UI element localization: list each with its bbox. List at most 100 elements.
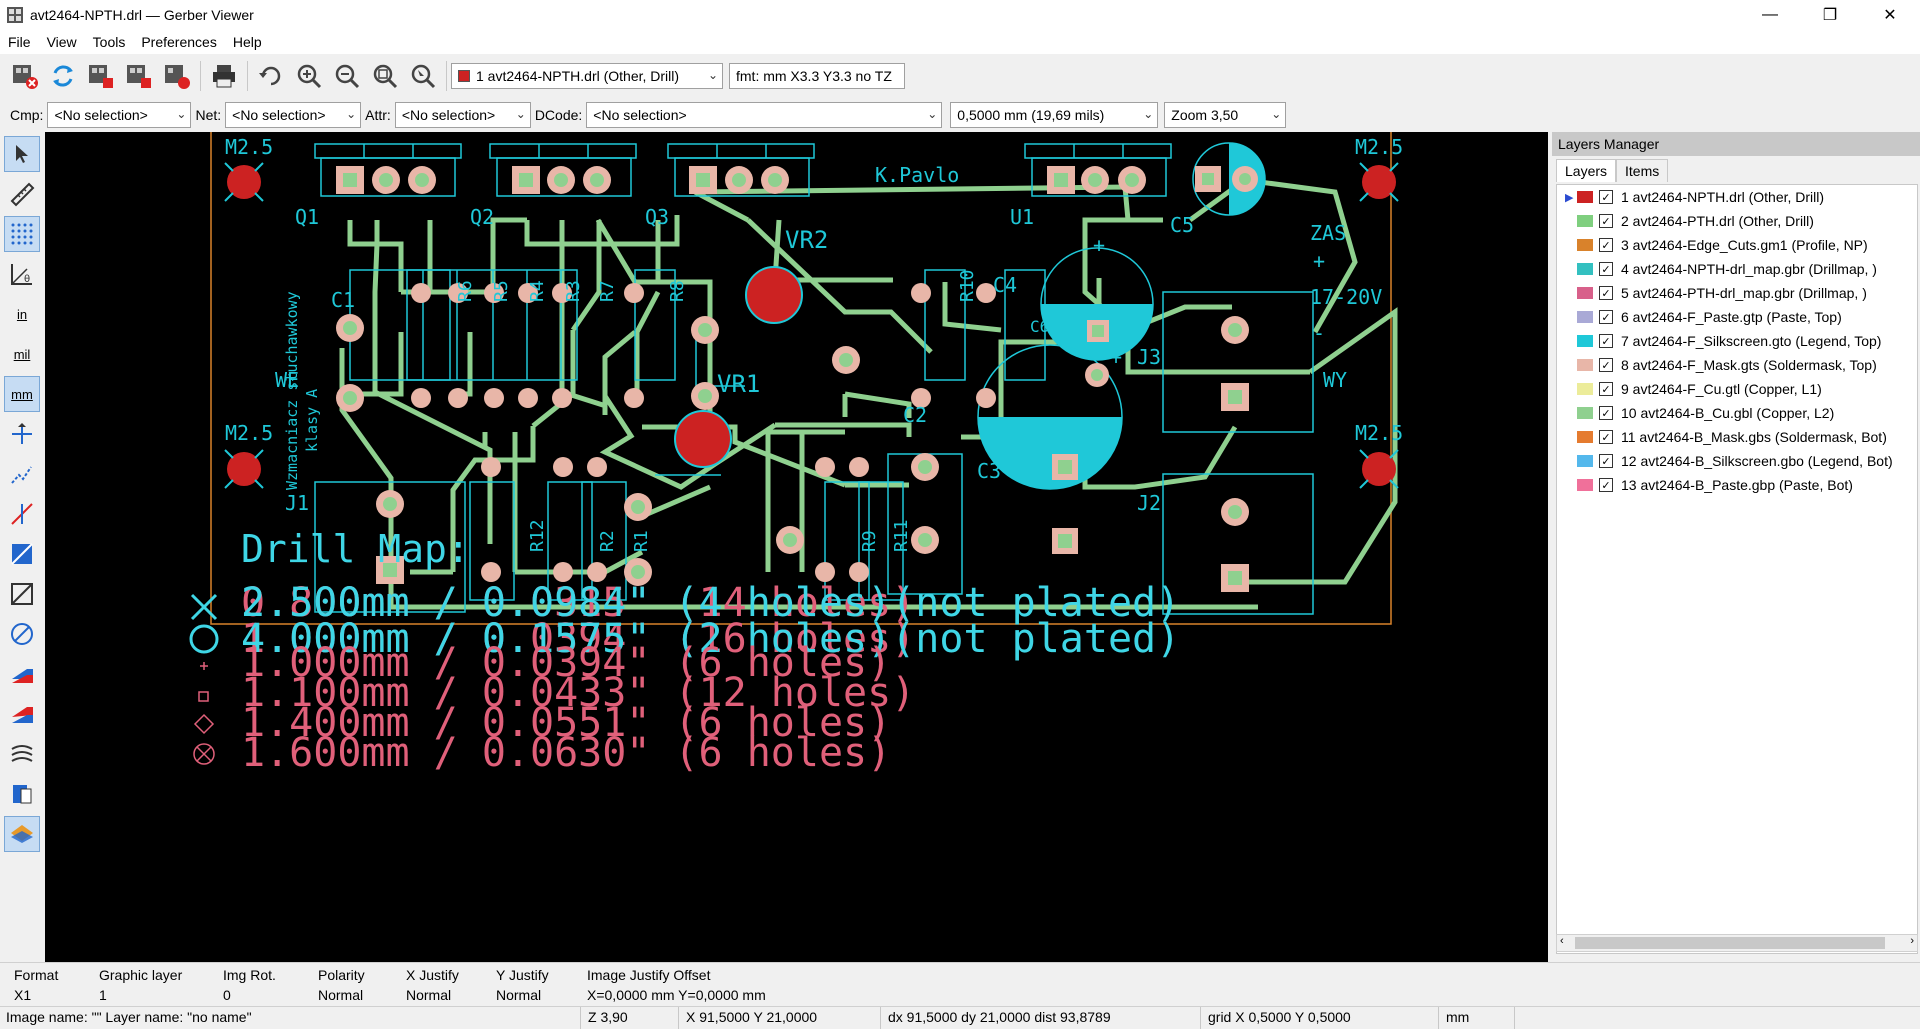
redraw-button[interactable] (252, 57, 290, 95)
drill-map-title: Drill Map: (241, 527, 470, 571)
layer-row[interactable]: ✓ 8 avt2464-F_Mask.gts (Soldermask, Top) (1557, 353, 1917, 377)
zoom-selection-button[interactable] (404, 57, 442, 95)
drill-square-symbol (198, 691, 209, 702)
measure-tool-button[interactable] (4, 176, 40, 212)
layers-stack-button[interactable] (4, 816, 40, 852)
high-contrast-button[interactable] (4, 696, 40, 732)
layer-visibility-checkbox[interactable]: ✓ (1599, 454, 1613, 468)
menu-help[interactable]: Help (225, 34, 270, 50)
load-drill-button[interactable] (120, 57, 158, 95)
menu-file[interactable]: File (0, 34, 39, 50)
layer-row[interactable]: ✓ 3 avt2464-Edge_Cuts.gm1 (Profile, NP) (1557, 233, 1917, 257)
inch-units-button[interactable]: in (4, 296, 40, 332)
layer-color-swatch[interactable] (1577, 239, 1593, 251)
zoom-in-button[interactable] (290, 57, 328, 95)
layer-visibility-checkbox[interactable]: ✓ (1599, 262, 1613, 276)
show-layers-manager-button[interactable] (4, 776, 40, 812)
layer-color-swatch[interactable] (1577, 335, 1593, 347)
layer-color-swatch[interactable] (1577, 479, 1593, 491)
layer-color-swatch[interactable] (1577, 407, 1593, 419)
layer-color-swatch[interactable] (1577, 311, 1593, 323)
grid-select[interactable]: 0,5000 mm (19,69 mils) ⌄ (950, 102, 1159, 128)
layer-row[interactable]: ✓ 2 avt2464-PTH.drl (Other, Drill) (1557, 209, 1917, 233)
graphic-layer-header: Graphic layer (99, 967, 183, 983)
layer-visibility-checkbox[interactable]: ✓ (1599, 358, 1613, 372)
dcode-select[interactable]: <No selection> ⌄ (586, 102, 943, 128)
layer-color-swatch[interactable] (1577, 263, 1593, 275)
layer-row[interactable]: ✓ 12 avt2464-B_Silkscreen.gbo (Legend, Bo… (1557, 449, 1917, 473)
m25-label: M2.5 (1355, 421, 1403, 445)
grid-toggle-button[interactable] (4, 216, 40, 252)
tab-items[interactable]: Items (1616, 159, 1669, 182)
menu-tools[interactable]: Tools (85, 34, 134, 50)
layer-visibility-checkbox[interactable]: ✓ (1599, 406, 1613, 420)
scroll-right-icon[interactable]: › (1910, 935, 1914, 947)
layer-color-swatch[interactable] (1577, 215, 1593, 227)
status-divider (1514, 1007, 1515, 1029)
load-gerber-button[interactable] (82, 57, 120, 95)
layer-color-swatch[interactable] (1577, 359, 1593, 371)
mm-units-button[interactable]: mm (4, 376, 40, 412)
layer-color-swatch[interactable] (1577, 431, 1593, 443)
zoom-out-button[interactable] (328, 57, 366, 95)
show-lines-sketch-button[interactable] (4, 496, 40, 532)
layer-row[interactable]: ✓ 9 avt2464-F_Cu.gtl (Copper, L1) (1557, 377, 1917, 401)
close-button[interactable]: ✕ (1860, 0, 1920, 30)
layer-row[interactable]: ✓ 7 avt2464-F_Silkscreen.gto (Legend, Top… (1557, 329, 1917, 353)
layer-visibility-checkbox[interactable]: ✓ (1599, 310, 1613, 324)
layer-list-hscrollbar[interactable]: ‹ › (1556, 934, 1918, 952)
layer-visibility-checkbox[interactable]: ✓ (1599, 382, 1613, 396)
layer-color-swatch[interactable] (1577, 383, 1593, 395)
layer-visibility-checkbox[interactable]: ✓ (1599, 478, 1613, 492)
show-negative-objects-button[interactable] (4, 576, 40, 612)
polar-coords-button[interactable]: θ (4, 256, 40, 292)
layer-visibility-checkbox[interactable]: ✓ (1599, 334, 1613, 348)
clear-all-layers-button[interactable] (6, 57, 44, 95)
attr-select[interactable]: <No selection> ⌄ (394, 102, 531, 128)
maximize-button[interactable]: ❐ (1800, 0, 1860, 30)
zoom-fit-button[interactable] (366, 57, 404, 95)
layer-row[interactable]: ▶ ✓ 1 avt2464-NPTH.drl (Other, Drill) (1557, 185, 1917, 209)
show-flashed-sketch-button[interactable] (4, 456, 40, 492)
minimize-button[interactable]: — (1740, 0, 1800, 30)
select-tool-button[interactable] (4, 136, 40, 172)
layer-row[interactable]: ✓ 13 avt2464-B_Paste.gbp (Paste, Bot) (1557, 473, 1917, 497)
cmp-select[interactable]: <No selection> ⌄ (47, 102, 192, 128)
tab-layers[interactable]: Layers (1556, 159, 1617, 182)
diff-mode-button[interactable] (4, 656, 40, 692)
layer-visibility-checkbox[interactable]: ✓ (1599, 430, 1613, 444)
active-layer-select[interactable]: 1 avt2464-NPTH.drl (Other, Drill) ⌄ (451, 63, 723, 89)
show-polygons-sketch-button[interactable] (4, 536, 40, 572)
zoom-select[interactable]: Zoom 3,50 ⌄ (1164, 102, 1287, 128)
layer-visibility-checkbox[interactable]: ✓ (1599, 214, 1613, 228)
layer-row[interactable]: ✓ 11 avt2464-B_Mask.gbs (Soldermask, Bot) (1557, 425, 1917, 449)
layer-row[interactable]: ✓ 6 avt2464-F_Paste.gtp (Paste, Top) (1557, 305, 1917, 329)
layer-visibility-checkbox[interactable]: ✓ (1599, 238, 1613, 252)
mil-units-button[interactable]: mil (4, 336, 40, 372)
layer-row[interactable]: ✓ 5 avt2464-PTH-drl_map.gbr (Drillmap, ) (1557, 281, 1917, 305)
toolbar-separator (200, 61, 201, 91)
layer-color-swatch[interactable] (1577, 287, 1593, 299)
layer-visibility-checkbox[interactable]: ✓ (1599, 190, 1613, 204)
print-button[interactable] (205, 57, 243, 95)
layer-row[interactable]: ✓ 10 avt2464-B_Cu.gbl (Copper, L2) (1557, 401, 1917, 425)
menu-preferences[interactable]: Preferences (133, 34, 224, 50)
layer-visibility-checkbox[interactable]: ✓ (1599, 286, 1613, 300)
redraw-icon (259, 66, 281, 86)
scrollbar-thumb[interactable] (1575, 937, 1885, 949)
flip-view-button[interactable] (4, 736, 40, 772)
net-select[interactable]: <No selection> ⌄ (225, 102, 362, 128)
gerber-canvas[interactable]: M2.5 M2.5 M2.5 M2.5 Q1 Q2 Q3 U1 K.Pavlo … (45, 132, 1548, 962)
menu-view[interactable]: View (39, 34, 85, 50)
author-label: K.Pavlo (875, 163, 959, 187)
layer-color-swatch[interactable] (1577, 455, 1593, 467)
show-dcodes-button[interactable] (4, 616, 40, 652)
load-zip-button[interactable] (158, 57, 196, 95)
reload-button[interactable] (44, 57, 82, 95)
cursor-crosshair-button[interactable] (4, 416, 40, 452)
scroll-left-icon[interactable]: ‹ (1560, 935, 1564, 947)
svg-text:θ: θ (24, 274, 30, 285)
layer-row[interactable]: ✓ 4 avt2464-NPTH-drl_map.gbr (Drillmap, ) (1557, 257, 1917, 281)
plus-label: + (1313, 249, 1325, 273)
layer-color-swatch[interactable] (1577, 191, 1593, 203)
